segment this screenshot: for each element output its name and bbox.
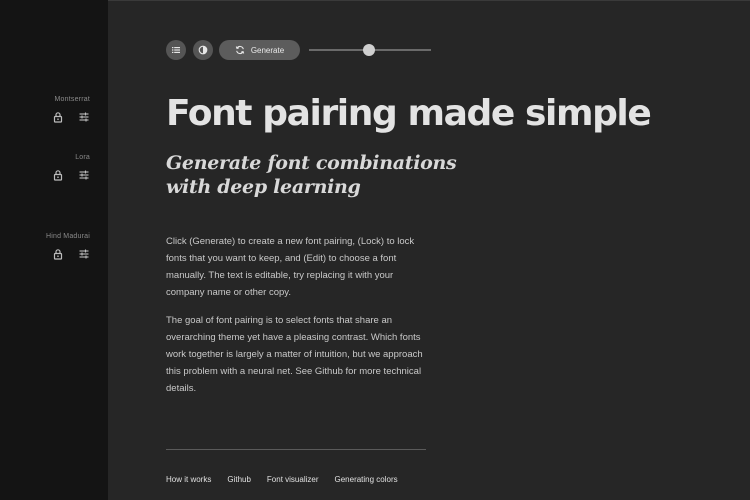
- sliders-icon[interactable]: [78, 111, 90, 123]
- main-content: Generate Font pairing made simple Genera…: [166, 0, 726, 500]
- footer-link-github[interactable]: Github: [227, 475, 251, 484]
- slider-thumb[interactable]: [362, 44, 375, 56]
- contrast-button[interactable]: [193, 40, 213, 60]
- generate-button[interactable]: Generate: [219, 40, 300, 60]
- footer-link-how-it-works[interactable]: How it works: [166, 475, 211, 484]
- font-name-heading: Montserrat: [54, 96, 90, 103]
- sliders-icon[interactable]: [78, 248, 90, 260]
- footer-link-generating-colors[interactable]: Generating colors: [335, 475, 398, 484]
- page-subheading[interactable]: Generate font combinations with deep lea…: [166, 151, 496, 199]
- refresh-icon: [235, 45, 245, 55]
- font-group-body: Hind Madurai: [0, 233, 90, 260]
- contrast-slider[interactable]: [309, 44, 431, 56]
- footer-divider: [166, 449, 426, 450]
- lock-icon[interactable]: [52, 111, 64, 123]
- page-headline[interactable]: Font pairing made simple: [166, 93, 726, 134]
- contrast-icon: [198, 45, 208, 55]
- font-group-heading: Montserrat: [0, 96, 90, 123]
- list-icon: [171, 45, 181, 55]
- body-paragraph-1[interactable]: Click (Generate) to create a new font pa…: [166, 233, 428, 301]
- body-paragraph-2[interactable]: The goal of font pairing is to select fo…: [166, 312, 428, 397]
- footer-link-font-visualizer[interactable]: Font visualizer: [267, 475, 319, 484]
- list-button[interactable]: [166, 40, 186, 60]
- generate-label: Generate: [250, 45, 285, 55]
- toolbar: Generate: [166, 40, 446, 60]
- sliders-icon[interactable]: [78, 169, 90, 181]
- font-name-body: Hind Madurai: [45, 233, 90, 240]
- lock-icon[interactable]: [52, 169, 64, 181]
- font-group-subheading: Lora: [0, 154, 90, 181]
- lock-icon[interactable]: [52, 248, 64, 260]
- sidebar: Montserrat Lora Hind Madurai: [0, 0, 108, 500]
- footer-nav: How it works Github Font visualizer Gene…: [166, 475, 398, 484]
- font-name-subheading: Lora: [75, 154, 90, 161]
